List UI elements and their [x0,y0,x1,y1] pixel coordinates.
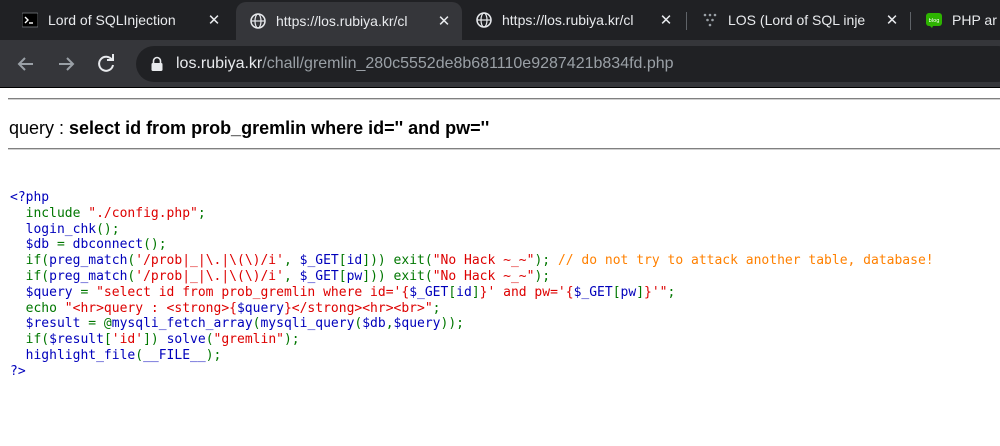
php-source-code: <?php include "./config.php"; login_chk(… [10,190,934,380]
globe-icon [476,12,492,28]
code-line-check-id: if(preg_match('/prob|_|\.|\(\)/i', $_GET… [25,253,934,269]
code-line-echo: echo "<hr>query : <strong>{$query}</stro… [25,300,441,316]
reload-button[interactable] [94,52,118,76]
query-text: select id from prob_gremlin where id='' … [69,118,490,138]
tab-active-gremlin[interactable]: https://los.rubiya.kr/cl ✕ [236,2,462,40]
code-line-login: login_chk(); [25,221,120,237]
page-content: query : select id from prob_gremlin wher… [0,88,1000,446]
tab-gremlin-2[interactable]: https://los.rubiya.kr/cl ✕ [462,0,684,40]
tab-los[interactable]: LOS (Lord of SQL inje ✕ [688,0,910,40]
forward-button[interactable] [54,52,78,76]
globe-icon [250,13,266,29]
blog-icon: blog [926,13,942,28]
tab-title: Lord of SQLInjection [48,12,176,28]
terminal-icon [22,12,38,28]
tab-title: https://los.rubiya.kr/cl [502,12,634,28]
divider [8,98,1000,100]
tab-separator [910,12,911,30]
close-icon[interactable]: ✕ [658,11,674,29]
close-icon[interactable]: ✕ [436,12,452,30]
lock-icon[interactable] [150,56,164,72]
close-icon[interactable]: ✕ [884,11,900,29]
tab-title: https://los.rubiya.kr/cl [276,13,408,29]
arrow-left-icon [17,57,33,71]
back-button[interactable] [14,52,38,76]
tab-strip: Lord of SQLInjection ✕ https://los.rubiy… [0,0,1000,40]
address-bar[interactable]: los.rubiya.kr/chall/gremlin_280c5552de8b… [136,46,1000,82]
code-line-db: $db = dbconnect(); [25,237,167,253]
tab-title: LOS (Lord of SQL inje [728,12,866,28]
query-prefix: query : [9,118,70,138]
dots-icon [703,13,717,27]
reload-icon [98,54,114,72]
url-path: /chall/gremlin_280c5552de8b681110e928742… [262,55,674,72]
code-comment: // do not try to attack another table, d… [557,253,934,269]
svg-text:blog: blog [929,18,940,24]
code-line-result: $result = @mysqli_fetch_array(mysqli_que… [25,316,464,332]
divider [8,148,1000,150]
code-line-solve: if($result['id']) solve("gremlin"); [25,332,300,348]
php-close-tag: ?> [10,363,26,379]
url-host: los.rubiya.kr [176,55,263,72]
tab-title: PHP ar [952,12,997,28]
code-line-query: $query = "select id from prob_gremlin wh… [25,284,676,300]
tab-php[interactable]: blog PHP ar [912,0,1000,40]
tab-lord-of-sqlinjection[interactable]: Lord of SQLInjection ✕ [8,0,232,40]
php-open-tag: <?php [10,190,50,205]
arrow-right-icon [59,57,75,71]
code-line-include: include "./config.php"; [25,205,206,221]
tab-separator [686,12,687,30]
code-line-highlight: highlight_file(__FILE__); [25,347,222,363]
close-icon[interactable]: ✕ [206,11,222,29]
query-line: query : select id from prob_gremlin wher… [9,118,489,139]
url-text[interactable]: los.rubiya.kr/chall/gremlin_280c5552de8b… [176,55,674,73]
browser-toolbar: los.rubiya.kr/chall/gremlin_280c5552de8b… [0,40,1000,88]
code-line-check-pw: if(preg_match('/prob|_|\.|\(\)/i', $_GET… [25,268,551,284]
